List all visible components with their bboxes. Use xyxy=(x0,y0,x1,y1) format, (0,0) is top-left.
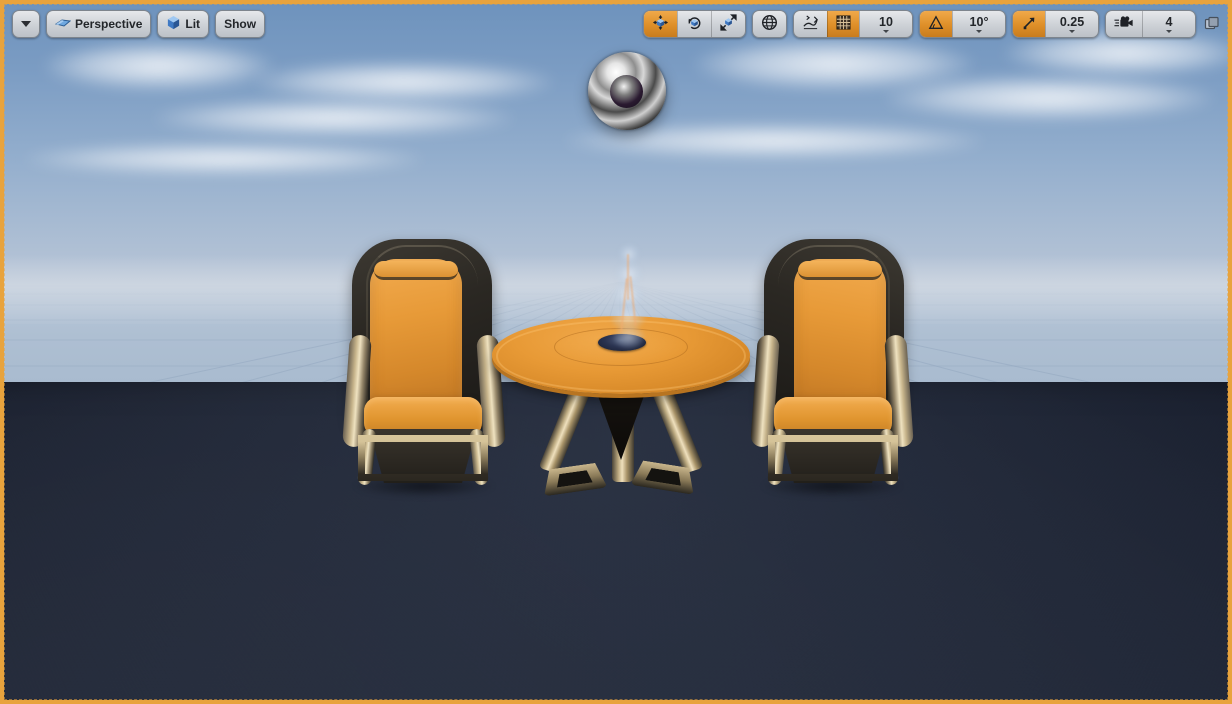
watermark-text: https://blog.csdn.net/weixin_44350205 xyxy=(951,673,1214,690)
chair-runner-loop xyxy=(768,435,898,481)
globe-icon xyxy=(761,14,778,34)
scale-snap-value-text: 0.25 xyxy=(1059,14,1085,29)
view-mode-perspective-button[interactable]: Perspective xyxy=(47,11,150,37)
angle-snap-value-text: 10° xyxy=(969,14,989,29)
help-icon[interactable]: ? xyxy=(22,662,41,681)
viewport-toolbar-left[interactable]: Perspective Lit Show xyxy=(12,10,266,38)
level-viewport[interactable]: Perspective Lit Show 10 10° 0.25 4 X Y Z… xyxy=(0,0,1232,704)
show-menu-button[interactable]: Show xyxy=(216,11,264,37)
grid-snap-group[interactable]: 10 xyxy=(793,10,913,38)
chevron-down-icon xyxy=(883,29,889,33)
chair-back-cushion xyxy=(370,259,462,411)
lighting-mode-group[interactable]: Lit xyxy=(157,10,210,38)
camera-perspective-icon xyxy=(54,16,72,33)
chevron-down-icon xyxy=(21,21,31,27)
angle-snap-group[interactable]: 10° xyxy=(919,10,1006,38)
view-mode-label: Perspective xyxy=(75,17,143,31)
scale-snap-toggle[interactable] xyxy=(1013,11,1045,37)
chrome-sphere[interactable] xyxy=(588,52,666,130)
chair-headrest xyxy=(798,261,882,280)
surface-snap-icon xyxy=(802,14,819,34)
table-center-disc[interactable] xyxy=(598,334,646,351)
transform-tools-group[interactable] xyxy=(643,10,746,38)
angle-snap-toggle[interactable] xyxy=(920,11,952,37)
camera-speed-value-text: 4 xyxy=(1165,14,1173,29)
show-menu-group[interactable]: Show xyxy=(215,10,266,38)
chevron-down-icon xyxy=(1166,29,1172,33)
table-leg-right xyxy=(648,378,704,474)
axis-label-y: Y xyxy=(24,642,33,656)
lighting-mode-button[interactable]: Lit xyxy=(158,11,208,37)
scale-snap-value[interactable]: 0.25 xyxy=(1045,11,1098,37)
chair-back-cushion xyxy=(794,259,886,411)
world-space-button[interactable] xyxy=(753,11,786,37)
view-mode-group[interactable]: Perspective xyxy=(46,10,152,38)
camera-speed-value[interactable]: 4 xyxy=(1142,11,1195,37)
lighting-mode-label: Lit xyxy=(185,17,201,31)
scale-gizmo-icon xyxy=(720,14,737,34)
grid-icon xyxy=(836,15,851,33)
chevron-down-icon xyxy=(976,29,982,33)
round-table[interactable] xyxy=(492,316,750,516)
scale-mode-button[interactable] xyxy=(711,11,745,37)
camera-speed-group[interactable]: 4 xyxy=(1105,10,1196,38)
scale-arrow-icon xyxy=(1021,15,1037,34)
viewport-render-area[interactable] xyxy=(4,4,1228,700)
move-gizmo-icon xyxy=(652,14,669,34)
chair-runner-loop xyxy=(358,435,488,481)
chair-headrest xyxy=(374,261,458,280)
angle-snap-value[interactable]: 10° xyxy=(952,11,1005,37)
cube-lit-icon xyxy=(166,15,181,33)
translate-mode-button[interactable] xyxy=(644,11,677,37)
rotate-gizmo-icon xyxy=(686,14,703,34)
scale-snap-group[interactable]: 0.25 xyxy=(1012,10,1099,38)
coordinate-system-group[interactable] xyxy=(752,10,787,38)
maximize-viewport-button[interactable] xyxy=(1204,16,1220,32)
viewport-toolbar-right[interactable]: 10 10° 0.25 4 xyxy=(643,10,1220,38)
chevron-down-icon xyxy=(1069,29,1075,33)
grid-snap-value[interactable]: 10 xyxy=(859,11,912,37)
camera-speed-icon xyxy=(1114,15,1134,33)
axis-orientation-gizmo: X Y Z ? xyxy=(14,630,74,686)
rotate-mode-button[interactable] xyxy=(677,11,711,37)
surface-snap-button[interactable] xyxy=(794,11,827,37)
camera-speed-button[interactable] xyxy=(1106,11,1142,37)
viewport-options-group[interactable] xyxy=(12,10,40,38)
angle-icon xyxy=(928,14,944,34)
table-leg-left xyxy=(538,378,594,474)
grid-snap-value-text: 10 xyxy=(879,14,893,29)
chair-right[interactable] xyxy=(750,239,914,497)
viewport-options-menu[interactable] xyxy=(13,11,39,37)
axis-label-z: Z xyxy=(43,630,51,644)
chair-left[interactable] xyxy=(342,239,506,497)
grid-snap-toggle[interactable] xyxy=(827,11,859,37)
axis-label-x: X xyxy=(46,662,55,676)
